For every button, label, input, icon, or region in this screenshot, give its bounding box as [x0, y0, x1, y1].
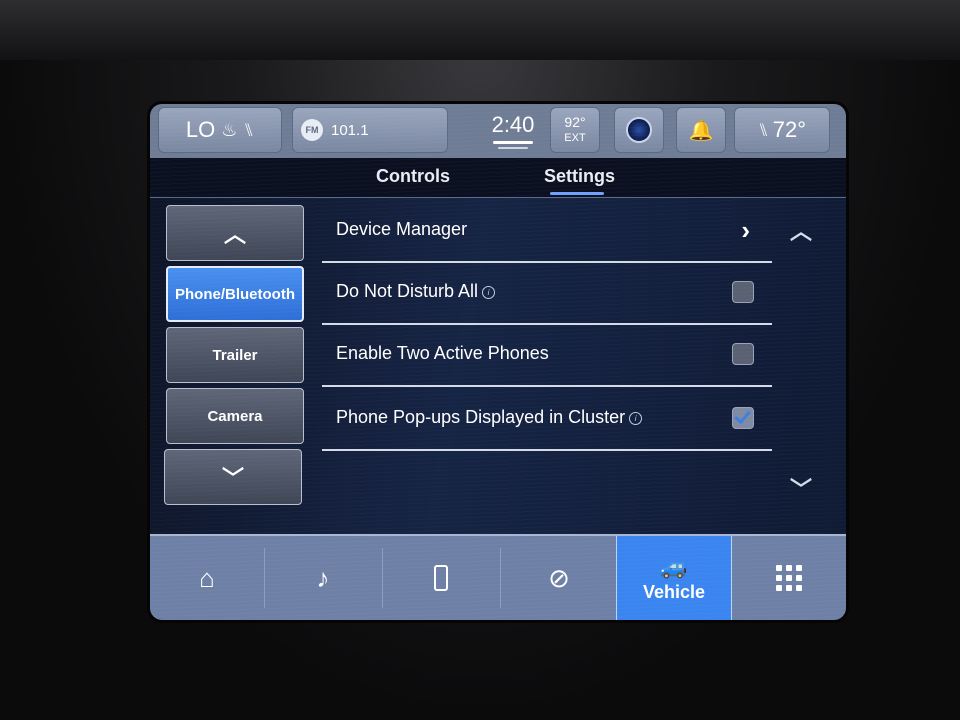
fan-level-text: LO	[185, 117, 216, 142]
chevron-up-icon: ︿	[223, 222, 246, 247]
setting-label: Device Manager	[336, 219, 468, 239]
list-scroll-down-icon[interactable]: ﹀	[790, 472, 812, 504]
side-menu-scroll-up-button[interactable]: ︿	[166, 205, 304, 261]
bottom-nav-bar: ⌂ ♪ ⊘ 🚙 Vehicle	[150, 534, 846, 620]
heated-seat-climate-icon: ⑊	[757, 119, 769, 140]
side-menu-label: Camera	[207, 407, 263, 425]
fan-seat-control[interactable]: LO ♨ ⑊	[158, 107, 282, 153]
music-note-icon: ♪	[316, 562, 330, 593]
status-bar: LO ♨ ⑊ FM 101.1 2:40 92° EXT 🔔 ⑊ 72°	[150, 104, 846, 158]
clock[interactable]: 2:40	[468, 107, 558, 153]
chevron-right-icon: ›	[741, 215, 750, 245]
info-icon[interactable]: i	[482, 285, 496, 299]
setting-row-enable-two-active-phones[interactable]: Enable Two Active Phones	[322, 325, 772, 387]
tab-controls[interactable]: Controls	[376, 166, 450, 187]
cabin-climate-button[interactable]: ⑊ 72°	[734, 107, 830, 153]
home-icon: ⌂	[199, 562, 215, 593]
side-menu-label: Trailer	[212, 346, 258, 364]
notifications-button[interactable]: 🔔	[676, 107, 726, 153]
side-menu-label: Phone/Bluetooth	[175, 285, 295, 303]
active-tab-indicator	[550, 192, 604, 195]
checkmark-icon	[734, 406, 751, 425]
nav-separator	[500, 548, 501, 608]
chevron-down-icon: ﹀	[221, 466, 244, 491]
clock-indicator-bar-secondary	[498, 146, 528, 149]
nav-vehicle-button[interactable]: 🚙 Vehicle	[616, 536, 732, 620]
setting-row-do-not-disturb-all[interactable]: Do Not Disturb All i	[322, 263, 772, 325]
row-divider	[322, 385, 772, 387]
infotainment-screen: LO ♨ ⑊ FM 101.1 2:40 92° EXT 🔔 ⑊ 72° Con…	[150, 104, 846, 620]
side-menu-item-camera[interactable]: Camera	[166, 388, 304, 444]
fm-badge-icon: FM	[301, 119, 323, 141]
setting-label: Enable Two Active Phones	[336, 343, 549, 363]
do-not-disturb-checkbox[interactable]	[732, 281, 754, 303]
cabin-temp-value: 72°	[772, 117, 807, 142]
two-active-phones-checkbox[interactable]	[732, 343, 754, 365]
nav-home-button[interactable]: ⌂	[150, 536, 264, 620]
nav-media-button[interactable]: ♪	[266, 536, 380, 620]
side-menu-item-trailer[interactable]: Trailer	[166, 327, 304, 383]
setting-label-text: Phone Pop-ups Displayed in Cluster	[336, 407, 626, 427]
clock-time: 2:40	[491, 111, 535, 137]
side-menu-scroll-down-button[interactable]: ﹀	[164, 449, 302, 505]
heated-seat-icon: ♨	[221, 119, 238, 140]
navigation-icon: ⊘	[548, 562, 570, 593]
bell-icon: 🔔	[688, 119, 714, 142]
setting-row-phone-popups-cluster[interactable]: Phone Pop-ups Displayed in Cluster i	[322, 389, 772, 451]
tab-settings[interactable]: Settings	[544, 166, 615, 187]
tab-divider	[150, 197, 846, 198]
radio-station-button[interactable]: FM 101.1	[292, 107, 448, 153]
outside-temperature: 92° EXT	[550, 107, 600, 153]
phone-icon	[434, 565, 448, 591]
info-icon[interactable]: i	[629, 411, 643, 425]
setting-label: Do Not Disturb All i	[336, 281, 496, 302]
setting-label-text: Do Not Disturb All	[336, 281, 479, 301]
nav-phone-button[interactable]	[384, 536, 498, 620]
connected-services-icon	[626, 117, 652, 143]
dashboard-top-trim	[0, 0, 960, 60]
row-divider	[322, 449, 772, 451]
phone-popups-checkbox[interactable]	[732, 406, 754, 429]
connected-services-button[interactable]	[614, 107, 664, 153]
outside-temp-label: EXT	[564, 132, 586, 144]
vehicle-icon: 🚙	[660, 553, 688, 579]
outside-temp-value: 92°	[564, 114, 586, 130]
list-scroll-up-icon[interactable]: ︿	[790, 214, 812, 246]
setting-row-device-manager[interactable]: Device Manager ›	[322, 201, 772, 263]
clock-indicator-bar	[493, 140, 533, 144]
nav-separator	[382, 548, 383, 608]
apps-grid-icon	[776, 565, 802, 591]
nav-separator	[264, 548, 265, 608]
nav-apps-button[interactable]	[732, 536, 846, 620]
tab-bar: Controls Settings	[150, 158, 846, 198]
setting-label: Phone Pop-ups Displayed in Cluster i	[336, 407, 643, 428]
radio-station-text: 101.1	[331, 121, 369, 139]
seat-icon: ⑊	[243, 119, 255, 140]
nav-vehicle-label: Vehicle	[642, 581, 706, 602]
nav-navigation-button[interactable]: ⊘	[502, 536, 616, 620]
side-menu-item-phone-bluetooth[interactable]: Phone/Bluetooth	[166, 266, 304, 322]
